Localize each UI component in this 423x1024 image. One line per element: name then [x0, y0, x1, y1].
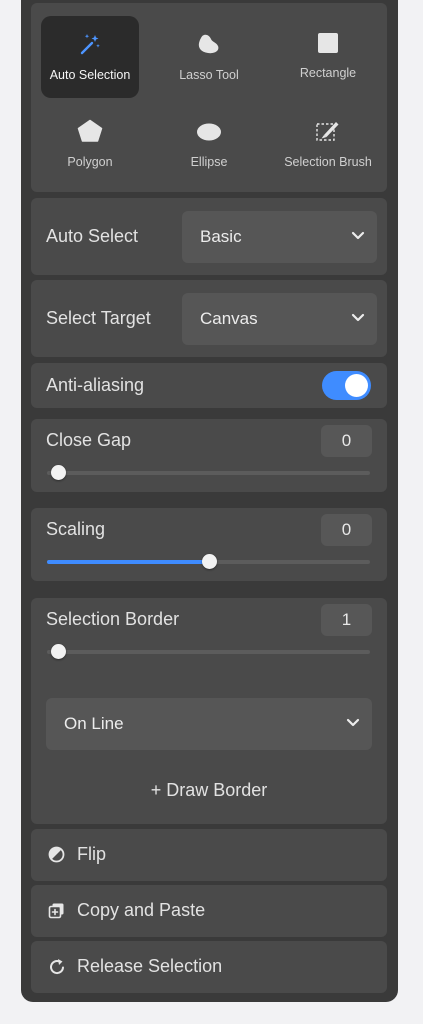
anti-aliasing-toggle[interactable]	[322, 371, 371, 400]
slider-handle[interactable]	[51, 644, 66, 659]
close-gap-value[interactable]: 0	[321, 425, 372, 457]
select-target-row: Select Target Canvas	[31, 280, 387, 357]
tool-label: Lasso Tool	[179, 68, 239, 82]
auto-select-label: Auto Select	[46, 226, 139, 246]
select-target-label: Select Target	[46, 308, 151, 328]
border-position-dropdown[interactable]: On Line	[46, 698, 372, 750]
auto-select-value: Basic	[200, 227, 242, 246]
toggle-knob	[345, 374, 368, 397]
tool-label: Auto Selection	[49, 68, 131, 82]
chevron-down-icon	[351, 313, 365, 322]
close-gap-slider[interactable]	[47, 465, 370, 480]
magic-wand-icon	[80, 34, 100, 55]
close-gap-label: Close Gap	[46, 430, 132, 450]
tool-auto-selection[interactable]: Auto Selection	[41, 16, 139, 98]
anti-aliasing-label: Anti-aliasing	[46, 375, 145, 395]
anti-aliasing-row: Anti-aliasing	[31, 363, 387, 408]
selection-border-value[interactable]: 1	[321, 604, 372, 636]
tool-grid: Auto Selection Lasso Tool Rectangle Poly…	[31, 3, 387, 192]
auto-select-dropdown[interactable]: Basic	[182, 211, 377, 263]
tool-label: Ellipse	[190, 155, 228, 169]
flip-label: Flip	[77, 844, 107, 864]
select-target-dropdown[interactable]: Canvas	[182, 293, 377, 345]
selection-border-row: Selection Border 1 On Line + Draw Border	[31, 598, 387, 824]
auto-select-row: Auto Select Basic	[31, 198, 387, 275]
copy-paste-icon	[48, 903, 64, 919]
copy-paste-button[interactable]: Copy and Paste	[31, 885, 387, 937]
tool-rectangle[interactable]: Rectangle	[279, 16, 377, 98]
tool-selection-brush[interactable]: Selection Brush	[279, 103, 377, 185]
tool-label: Selection Brush	[284, 155, 372, 169]
ellipse-icon	[197, 123, 221, 141]
slider-handle[interactable]	[201, 554, 217, 569]
release-selection-label: Release Selection	[77, 956, 223, 976]
tool-label: Polygon	[67, 155, 113, 169]
selection-brush-icon	[316, 122, 339, 141]
slider-handle[interactable]	[51, 465, 66, 480]
release-selection-button[interactable]: Release Selection	[31, 941, 387, 993]
scaling-value[interactable]: 0	[321, 514, 372, 546]
tool-lasso[interactable]: Lasso Tool	[160, 16, 258, 98]
lasso-icon	[198, 34, 219, 54]
tool-label: Rectangle	[299, 66, 357, 80]
draw-border-button[interactable]: + Draw Border	[31, 780, 387, 801]
selection-border-slider[interactable]	[47, 644, 370, 659]
tool-polygon[interactable]: Polygon	[41, 103, 139, 185]
close-gap-row: Close Gap 0	[31, 419, 387, 492]
selection-tools-panel: Auto Selection Lasso Tool Rectangle Poly…	[21, 0, 398, 1002]
scaling-label: Scaling	[46, 519, 106, 539]
selection-border-label: Selection Border	[46, 609, 180, 629]
border-position-value: On Line	[64, 714, 124, 733]
scaling-slider[interactable]	[47, 554, 370, 569]
slider-fill	[47, 560, 209, 564]
polygon-icon	[77, 119, 103, 142]
release-icon	[50, 959, 64, 974]
chevron-down-icon	[351, 231, 365, 240]
scaling-row: Scaling 0	[31, 508, 387, 581]
flip-button[interactable]: Flip	[31, 829, 387, 881]
copy-paste-label: Copy and Paste	[77, 900, 206, 920]
tool-ellipse[interactable]: Ellipse	[160, 103, 258, 185]
rectangle-icon	[318, 33, 338, 53]
chevron-down-icon	[346, 718, 360, 727]
select-target-value: Canvas	[200, 309, 258, 328]
flip-icon	[48, 846, 65, 863]
